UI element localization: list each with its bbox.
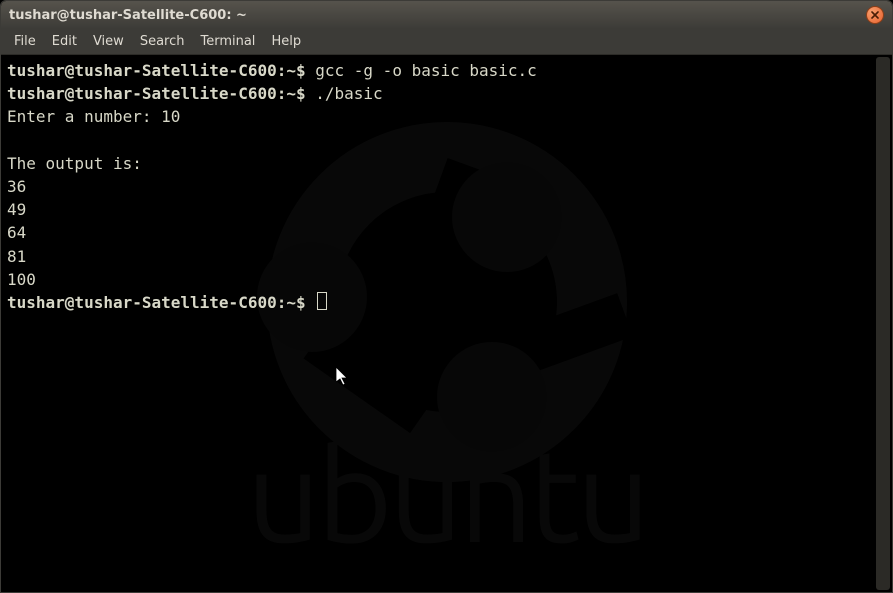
terminal-line: The output is: <box>7 152 886 175</box>
terminal-line: tushar@tushar-Satellite-C600:~$ ./basic <box>7 82 886 105</box>
menu-view[interactable]: View <box>86 32 131 51</box>
command-text: gcc -g -o basic basic.c <box>315 61 537 80</box>
terminal-line: tushar@tushar-Satellite-C600:~$ <box>7 291 886 314</box>
window-title: tushar@tushar-Satellite-C600: ~ <box>9 8 866 23</box>
terminal-line: tushar@tushar-Satellite-C600:~$ gcc -g -… <box>7 59 886 82</box>
ubuntu-logo-text: ubuntu <box>246 400 646 589</box>
command-text: ./basic <box>315 84 382 103</box>
menu-search[interactable]: Search <box>133 32 192 51</box>
menu-help[interactable]: Help <box>264 32 308 51</box>
window-controls <box>866 6 884 24</box>
terminal-line: 100 <box>7 268 886 291</box>
terminal-body[interactable]: ubuntu tushar@tushar-Satellite-C600:~$ g… <box>1 55 892 592</box>
menu-file[interactable]: File <box>7 32 43 51</box>
terminal-line: 36 <box>7 175 886 198</box>
close-icon[interactable] <box>866 6 884 24</box>
prompt: tushar@tushar-Satellite-C600:~$ <box>7 61 315 80</box>
terminal-line: Enter a number: 10 <box>7 105 886 128</box>
terminal-window: tushar@tushar-Satellite-C600: ~ File Edi… <box>0 0 893 593</box>
titlebar[interactable]: tushar@tushar-Satellite-C600: ~ <box>1 1 892 29</box>
terminal-line: 64 <box>7 221 886 244</box>
menubar: File Edit View Search Terminal Help <box>1 29 892 55</box>
text-cursor <box>317 292 327 310</box>
menu-terminal[interactable]: Terminal <box>193 32 262 51</box>
terminal-line: 49 <box>7 198 886 221</box>
prompt: tushar@tushar-Satellite-C600:~$ <box>7 293 315 312</box>
terminal-line: 81 <box>7 245 886 268</box>
terminal-content[interactable]: tushar@tushar-Satellite-C600:~$ gcc -g -… <box>7 59 886 314</box>
menu-edit[interactable]: Edit <box>45 32 84 51</box>
terminal-line <box>7 129 886 152</box>
prompt: tushar@tushar-Satellite-C600:~$ <box>7 84 315 103</box>
